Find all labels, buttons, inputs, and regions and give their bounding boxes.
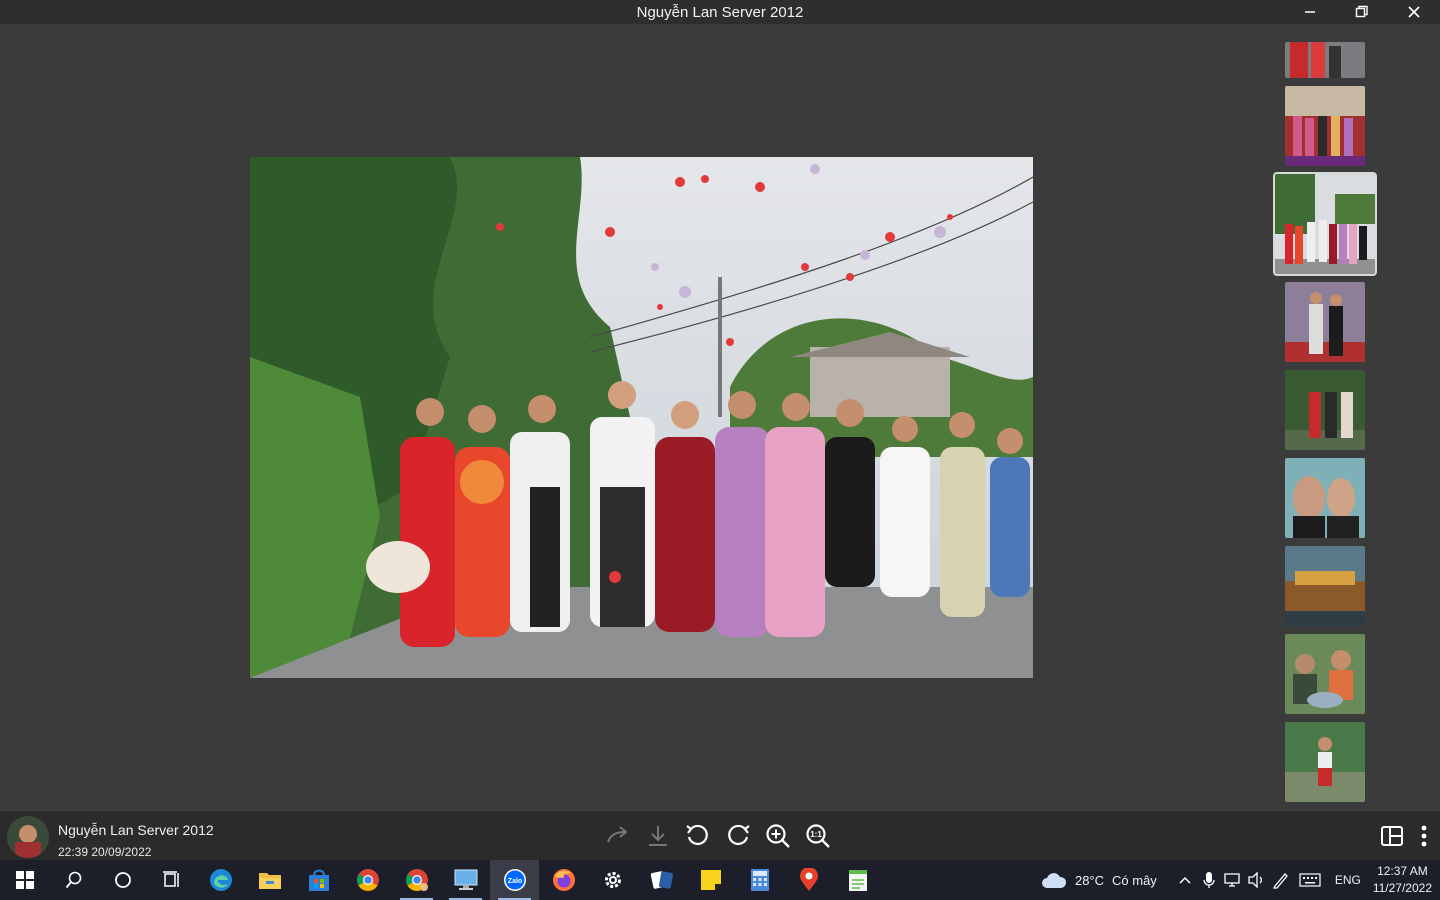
store-icon[interactable] — [294, 860, 343, 900]
thumb-child-cake[interactable] — [1285, 634, 1365, 714]
minimize-icon[interactable] — [1284, 0, 1336, 24]
thumb-red-dresses-partial[interactable] — [1285, 42, 1365, 78]
clock-date: 11/27/2022 — [1372, 881, 1432, 895]
notepad-icon[interactable] — [833, 860, 882, 900]
sticky-notes-icon[interactable] — [686, 860, 735, 900]
thumb-couple-outdoor[interactable] — [1285, 370, 1365, 450]
more-options-icon[interactable] — [1408, 819, 1440, 853]
layout-toggle-icon[interactable] — [1376, 819, 1408, 853]
keyboard-icon[interactable] — [1293, 860, 1327, 900]
settings-icon[interactable] — [588, 860, 637, 900]
sent-time: 22:39 20/09/2022 — [58, 845, 152, 859]
microphone-icon[interactable] — [1197, 860, 1221, 900]
right-tools — [1376, 819, 1440, 853]
remote-desktop-icon[interactable] — [441, 860, 490, 900]
actual-size-label: 1:1 — [810, 830, 822, 839]
edge-icon[interactable] — [196, 860, 245, 900]
avatar[interactable] — [7, 816, 49, 858]
restore-icon[interactable] — [1336, 0, 1388, 24]
actual-size-icon[interactable]: 1:1 — [800, 819, 836, 853]
weather-description: Có mây — [1112, 872, 1157, 888]
chevron-up-icon[interactable] — [1173, 860, 1197, 900]
pen-icon[interactable] — [1269, 860, 1293, 900]
chrome-icon[interactable] — [343, 860, 392, 900]
input-language[interactable]: ENG — [1335, 873, 1361, 887]
viewer-toolbar: Nguyễn Lan Server 2012 22:39 20/09/2022 … — [0, 810, 1440, 860]
weather-temperature: 28°C — [1074, 872, 1105, 888]
rotate-left-icon[interactable] — [680, 819, 716, 853]
maps-icon[interactable] — [784, 860, 833, 900]
thumb-wedding-group-street[interactable] — [1273, 172, 1377, 276]
zoom-in-icon[interactable] — [760, 819, 796, 853]
calculator-icon[interactable] — [735, 860, 784, 900]
close-icon[interactable] — [1388, 0, 1440, 24]
sender-name: Nguyễn Lan Server 2012 — [58, 822, 214, 838]
clock[interactable]: 12:37 AM 11/27/2022 — [1373, 863, 1432, 897]
thumb-child-standing[interactable] — [1285, 722, 1365, 802]
window-controls — [1284, 0, 1440, 24]
main-photo[interactable] — [250, 157, 1033, 678]
network-icon[interactable] — [1221, 860, 1245, 900]
solitaire-icon[interactable] — [637, 860, 686, 900]
taskbar: Zalo 28°C Có mây ENG 12:37 AM 11/27/2022 — [0, 860, 1440, 900]
thumb-selfie-couple[interactable] — [1285, 458, 1365, 538]
thumbnail-strip — [1270, 24, 1382, 810]
cloud-icon — [1041, 873, 1066, 888]
download-icon[interactable] — [640, 819, 676, 853]
task-view-icon[interactable] — [147, 860, 196, 900]
system-tray: 28°C Có mây ENG 12:37 AM 11/27/2022 — [1041, 860, 1440, 900]
zalo-icon[interactable]: Zalo — [490, 860, 539, 900]
file-explorer-icon[interactable] — [245, 860, 294, 900]
cortana-icon[interactable] — [98, 860, 147, 900]
thumb-couple-portrait[interactable] — [1285, 282, 1365, 362]
chrome-profile-icon[interactable] — [392, 860, 441, 900]
window-title: Nguyễn Lan Server 2012 — [636, 3, 804, 21]
image-tools: 1:1 — [600, 819, 836, 853]
share-icon[interactable] — [600, 819, 636, 853]
image-viewer — [0, 24, 1440, 810]
zalo-label: Zalo — [507, 878, 521, 885]
taskbar-apps: Zalo — [0, 860, 882, 900]
search-icon[interactable] — [49, 860, 98, 900]
rotate-right-icon[interactable] — [720, 819, 756, 853]
volume-icon[interactable] — [1245, 860, 1269, 900]
firefox-icon[interactable] — [539, 860, 588, 900]
windows-start-icon[interactable] — [0, 860, 49, 900]
thumb-family-stage[interactable] — [1285, 86, 1365, 166]
thumb-altar-table[interactable] — [1285, 546, 1365, 626]
clock-time: 12:37 AM — [1377, 864, 1428, 878]
weather-widget[interactable]: 28°C Có mây — [1041, 871, 1157, 889]
title-bar: Nguyễn Lan Server 2012 — [0, 0, 1440, 24]
